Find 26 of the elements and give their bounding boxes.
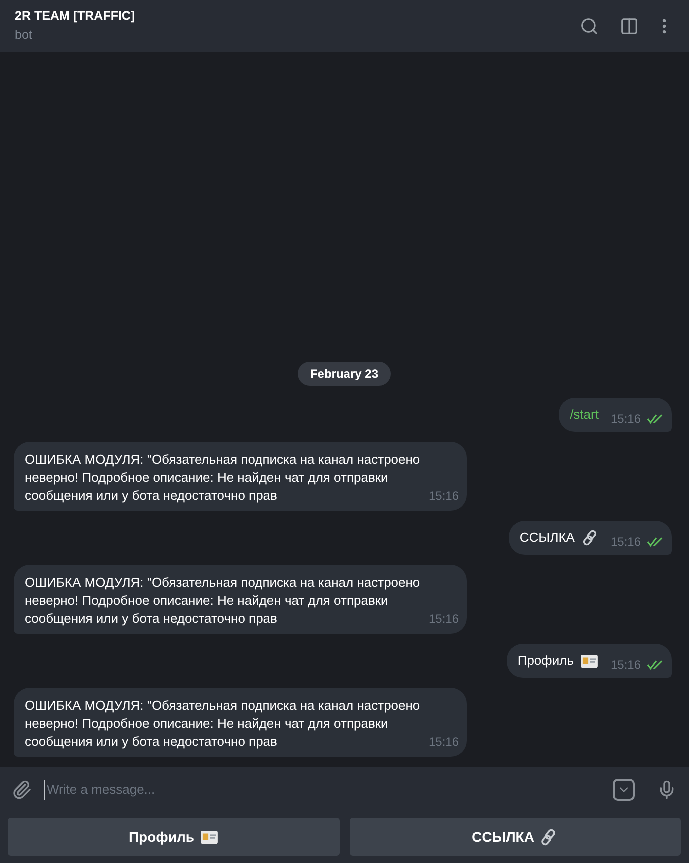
keyboard-button[interactable]: ССЫЛКА — [350, 818, 681, 856]
message-text: Профиль — [518, 652, 574, 670]
id-card-icon — [580, 654, 599, 668]
message-text: ССЫЛКА — [520, 529, 575, 548]
message-time: 15:16 — [429, 734, 460, 751]
chat-title: 2R TEAM [TRAFFIC] — [15, 8, 136, 24]
message-time: 15:16 — [610, 657, 641, 674]
message-text: ОШИБКА МОДУЛЯ: "Обязательная подписка на канал настроено неверно! Подробное описание: Не найден чат для отправки сообщения или у бота недостаточно прав — [25, 697, 422, 751]
message-text: ОШИБКА МОДУЛЯ: "Обязательная подписка на канал настроено неверно! Подробное описание: Не найден чат для отправки сообщения или у бота недостаточно прав — [25, 451, 422, 505]
attach-icon[interactable] — [12, 780, 32, 800]
message-time: 15:16 — [610, 411, 641, 428]
keyboard-toggle-icon[interactable] — [613, 779, 635, 801]
link-icon — [539, 828, 558, 846]
search-icon[interactable] — [580, 16, 599, 36]
message-time: 15:16 — [429, 611, 460, 628]
link-icon — [580, 529, 599, 547]
keyboard-button[interactable]: Профиль — [8, 818, 340, 856]
chat-subtitle: bot — [15, 26, 34, 44]
command-text: /start — [570, 406, 599, 424]
date-badge: February 23 — [298, 362, 391, 386]
message-time: 15:16 — [429, 488, 460, 505]
message-input[interactable]: Write a message... — [44, 780, 601, 800]
sidebar-toggle-icon[interactable] — [620, 16, 639, 36]
message-time: 15:16 — [610, 534, 641, 551]
message-text: ОШИБКА МОДУЛЯ: "Обязательная подписка на канал настроено неверно! Подробное описание: Не найден чат для отправки сообщения или у бота недостаточно прав — [25, 574, 422, 628]
id-card-icon — [200, 830, 219, 844]
